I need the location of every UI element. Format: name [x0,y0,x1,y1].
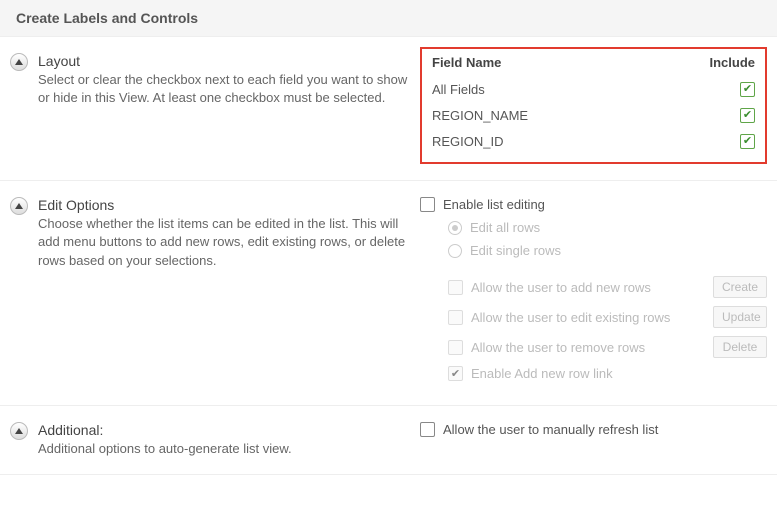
fields-row: REGION_NAME [432,102,755,128]
include-checkbox[interactable] [740,82,755,97]
update-button: Update [713,306,767,328]
enable-add-link-row: Enable Add new row link [448,366,767,381]
page-title: Create Labels and Controls [0,0,777,37]
allow-remove-row: Allow the user to remove rows Delete [448,336,767,358]
enable-add-link-checkbox [448,366,463,381]
edit-single-rows-label: Edit single rows [470,243,767,258]
manual-refresh-row: Allow the user to manually refresh list [420,422,767,437]
edit-all-rows-radio [448,221,462,235]
section-edit-options: Edit Options Choose whether the list ite… [0,181,777,406]
allow-remove-checkbox [448,340,463,355]
fields-row: REGION_ID [432,128,755,154]
allow-edit-label: Allow the user to edit existing rows [471,310,670,325]
additional-desc: Additional options to auto-generate list… [38,440,292,458]
field-name: REGION_ID [432,134,705,149]
enable-add-link-label: Enable Add new row link [471,366,767,381]
chevron-up-icon[interactable] [10,53,28,71]
create-button: Create [713,276,767,298]
layout-heading: Layout [38,53,420,69]
chevron-up-icon[interactable] [10,197,28,215]
additional-heading: Additional: [38,422,292,438]
enable-list-editing-label: Enable list editing [443,197,767,212]
allow-add-label: Allow the user to add new rows [471,280,651,295]
manual-refresh-checkbox[interactable] [420,422,435,437]
layout-fields-highlight: Field Name Include All Fields REGION_NAM… [420,47,767,164]
field-name: REGION_NAME [432,108,705,123]
include-checkbox[interactable] [740,108,755,123]
enable-list-editing-row: Enable list editing [420,197,767,212]
layout-desc: Select or clear the checkbox next to eac… [38,71,420,107]
edit-single-rows-radio [448,244,462,258]
allow-edit-checkbox [448,310,463,325]
allow-remove-label: Allow the user to remove rows [471,340,645,355]
edit-heading: Edit Options [38,197,420,213]
fields-header-name: Field Name [432,55,705,70]
manual-refresh-label: Allow the user to manually refresh list [443,422,767,437]
chevron-up-icon[interactable] [10,422,28,440]
fields-row: All Fields [432,76,755,102]
edit-single-rows-row: Edit single rows [448,243,767,258]
fields-header-include: Include [705,55,755,70]
allow-edit-row: Allow the user to edit existing rows Upd… [448,306,767,328]
delete-button: Delete [713,336,767,358]
allow-add-row: Allow the user to add new rows Create [448,276,767,298]
edit-all-rows-label: Edit all rows [470,220,767,235]
section-layout: Layout Select or clear the checkbox next… [0,37,777,181]
allow-add-checkbox [448,280,463,295]
include-checkbox[interactable] [740,134,755,149]
field-name: All Fields [432,82,705,97]
section-additional: Additional: Additional options to auto-g… [0,406,777,475]
edit-all-rows-row: Edit all rows [448,220,767,235]
enable-list-editing-checkbox[interactable] [420,197,435,212]
edit-desc: Choose whether the list items can be edi… [38,215,420,270]
